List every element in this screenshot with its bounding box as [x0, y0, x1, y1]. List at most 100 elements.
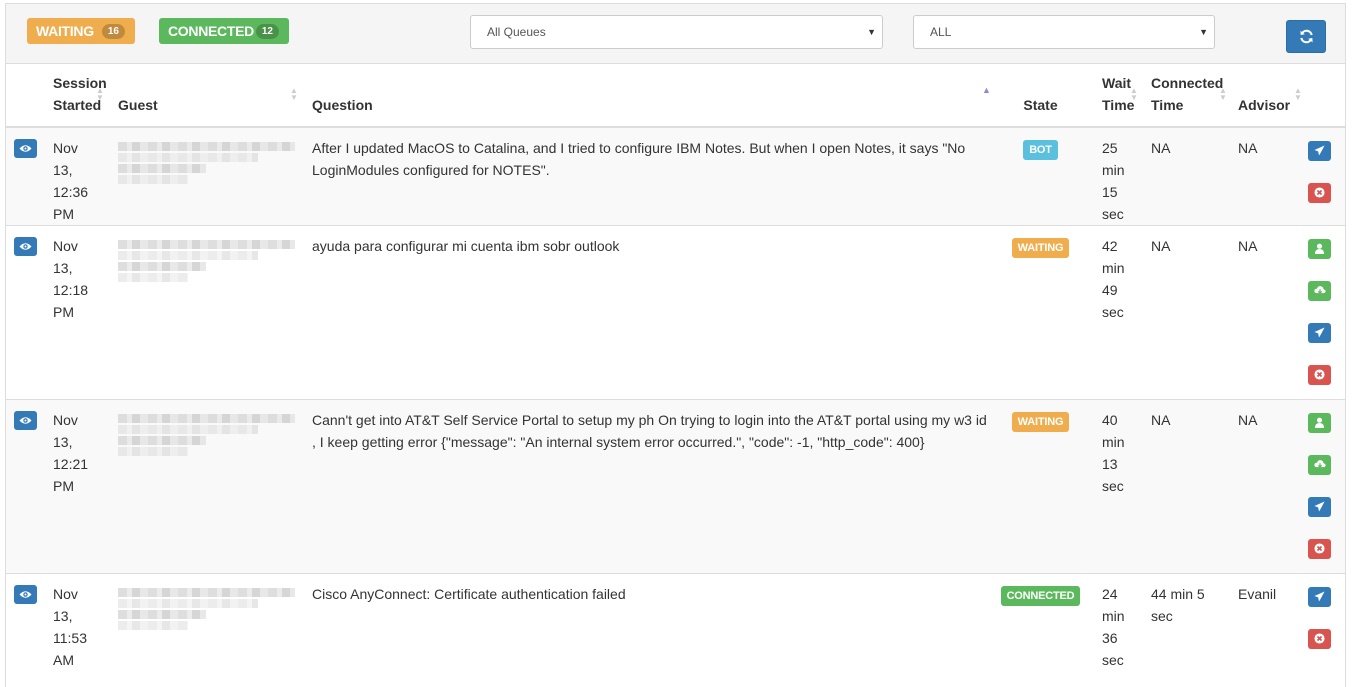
cancel-icon — [1314, 369, 1325, 380]
session-started-line: Nov — [53, 238, 78, 254]
blurred-text — [118, 436, 207, 445]
user-icon — [1314, 243, 1325, 254]
wait-time-line: min — [1102, 434, 1125, 450]
caret-down-icon: ▼ — [1199, 27, 1208, 37]
state-filter-select[interactable]: ALL ▼ — [913, 15, 1215, 49]
session-started: Nov 13, 12:18 PM — [53, 225, 118, 400]
header-connected-time[interactable]: Connected Time ▲ ▼ — [1151, 65, 1238, 128]
send-button[interactable] — [1308, 587, 1331, 607]
assign-user-button[interactable] — [1308, 413, 1331, 433]
row-actions — [1308, 573, 1345, 671]
header-guest[interactable]: Guest ▲ ▼ — [118, 65, 312, 128]
question-text: Cisco AnyConnect: Certificate authentica… — [312, 573, 997, 671]
connected-time: 44 min 5 sec — [1151, 573, 1238, 671]
advisor-name: NA — [1238, 126, 1308, 226]
queue-select[interactable]: All Queues ▼ — [470, 15, 883, 49]
close-session-button[interactable] — [1308, 539, 1331, 559]
session-started-line: AM — [53, 652, 74, 668]
cancel-icon — [1314, 187, 1325, 198]
header-started-label: Started — [53, 97, 102, 113]
caret-down-icon: ▼ — [867, 27, 876, 37]
session-started: Nov 13, 11:53 AM — [53, 573, 118, 671]
view-button[interactable] — [14, 237, 37, 256]
wait-time-line: min — [1102, 608, 1125, 624]
state-cell: WAITING — [997, 399, 1102, 574]
connected-time: NA — [1151, 399, 1238, 574]
state-badge: WAITING — [1011, 412, 1070, 432]
blurred-text — [118, 425, 258, 434]
send-icon — [1314, 501, 1325, 512]
wait-time: 40 min 13 sec — [1102, 399, 1151, 574]
advisor-name: NA — [1238, 399, 1308, 574]
transfer-button[interactable] — [1308, 455, 1331, 475]
header-session-started[interactable]: Session Started ▲ ▼ — [53, 65, 118, 128]
header-state[interactable]: State — [997, 65, 1102, 128]
guest-blurred — [118, 126, 312, 226]
state-cell: BOT — [997, 126, 1102, 226]
wait-time-line: sec — [1102, 652, 1124, 668]
connected-time: NA — [1151, 126, 1238, 226]
wait-time-line: 25 — [1102, 140, 1118, 156]
header-advisor[interactable]: Advisor ▲ ▼ — [1238, 65, 1308, 128]
cancel-icon — [1314, 633, 1325, 644]
header-wait-label: Wait — [1102, 75, 1132, 91]
blurred-text — [118, 414, 295, 423]
session-started-line: 12:36 — [53, 184, 89, 200]
blurred-text — [118, 610, 207, 619]
send-button[interactable] — [1308, 141, 1331, 161]
wait-time-line: 49 — [1102, 282, 1118, 298]
state-badge: CONNECTED — [1000, 586, 1081, 606]
waiting-filter-button[interactable]: WAITING 16 — [27, 18, 135, 44]
view-button[interactable] — [14, 139, 37, 158]
refresh-button[interactable] — [1286, 20, 1326, 53]
header-actions — [1308, 65, 1345, 128]
close-session-button[interactable] — [1308, 629, 1331, 649]
header-question[interactable]: Question ▲ — [312, 65, 997, 128]
header-wait-time[interactable]: Wait Time ▲ ▼ — [1102, 65, 1151, 128]
send-button[interactable] — [1308, 323, 1331, 343]
blurred-text — [118, 175, 188, 184]
session-started-line: Nov — [53, 586, 78, 602]
header-connected-time-label: Time — [1151, 97, 1184, 113]
eye-icon — [19, 243, 32, 250]
question-text: Cann't get into AT&T Self Service Portal… — [312, 399, 997, 574]
session-started-line: PM — [53, 304, 74, 320]
advisor-name: NA — [1238, 225, 1308, 400]
connected-filter-button[interactable]: CONNECTED 12 — [159, 18, 289, 44]
assign-user-button[interactable] — [1308, 239, 1331, 259]
waiting-label: WAITING — [36, 23, 94, 39]
sort-ascending-icon: ▲ — [982, 85, 991, 95]
header-connected-label: Connected — [1151, 75, 1224, 91]
blurred-text — [118, 142, 295, 151]
wait-time-line: 13 — [1102, 456, 1118, 472]
blurred-text — [118, 262, 207, 271]
header-guest-label: Guest — [118, 97, 158, 113]
sessions-table: Session Started ▲ ▼ Guest ▲ ▼ Question ▲ S… — [6, 65, 1345, 671]
close-session-button[interactable] — [1308, 365, 1331, 385]
sort-icon: ▲ ▼ — [1294, 86, 1302, 102]
session-started-line: 12:21 — [53, 456, 89, 472]
view-button[interactable] — [14, 585, 37, 604]
wait-time-line: 36 — [1102, 630, 1118, 646]
sort-icon: ▲ ▼ — [96, 86, 104, 102]
send-icon — [1314, 145, 1325, 156]
close-session-button[interactable] — [1308, 183, 1331, 203]
blurred-text — [118, 447, 188, 456]
row-actions — [1308, 225, 1345, 400]
table-row: Nov 13, 12:21 PM Cann't get into AT&T Self … — [6, 399, 1345, 574]
state-cell: CONNECTED — [997, 573, 1102, 671]
wait-time-line: 24 — [1102, 586, 1118, 602]
view-button[interactable] — [14, 411, 37, 430]
session-started-line: 13, — [53, 162, 73, 178]
connected-count-badge: 12 — [255, 24, 279, 39]
cloud-download-icon — [1314, 460, 1326, 469]
transfer-button[interactable] — [1308, 281, 1331, 301]
sort-icon: ▲ ▼ — [290, 86, 298, 102]
wait-time-line: min — [1102, 260, 1125, 276]
session-started-line: Nov — [53, 412, 78, 428]
sort-icon: ▲ ▼ — [1130, 86, 1138, 102]
send-button[interactable] — [1308, 497, 1331, 517]
state-badge: WAITING — [1011, 238, 1070, 258]
session-started-line: 11:53 — [53, 630, 87, 646]
wait-time-line: min — [1102, 162, 1125, 178]
